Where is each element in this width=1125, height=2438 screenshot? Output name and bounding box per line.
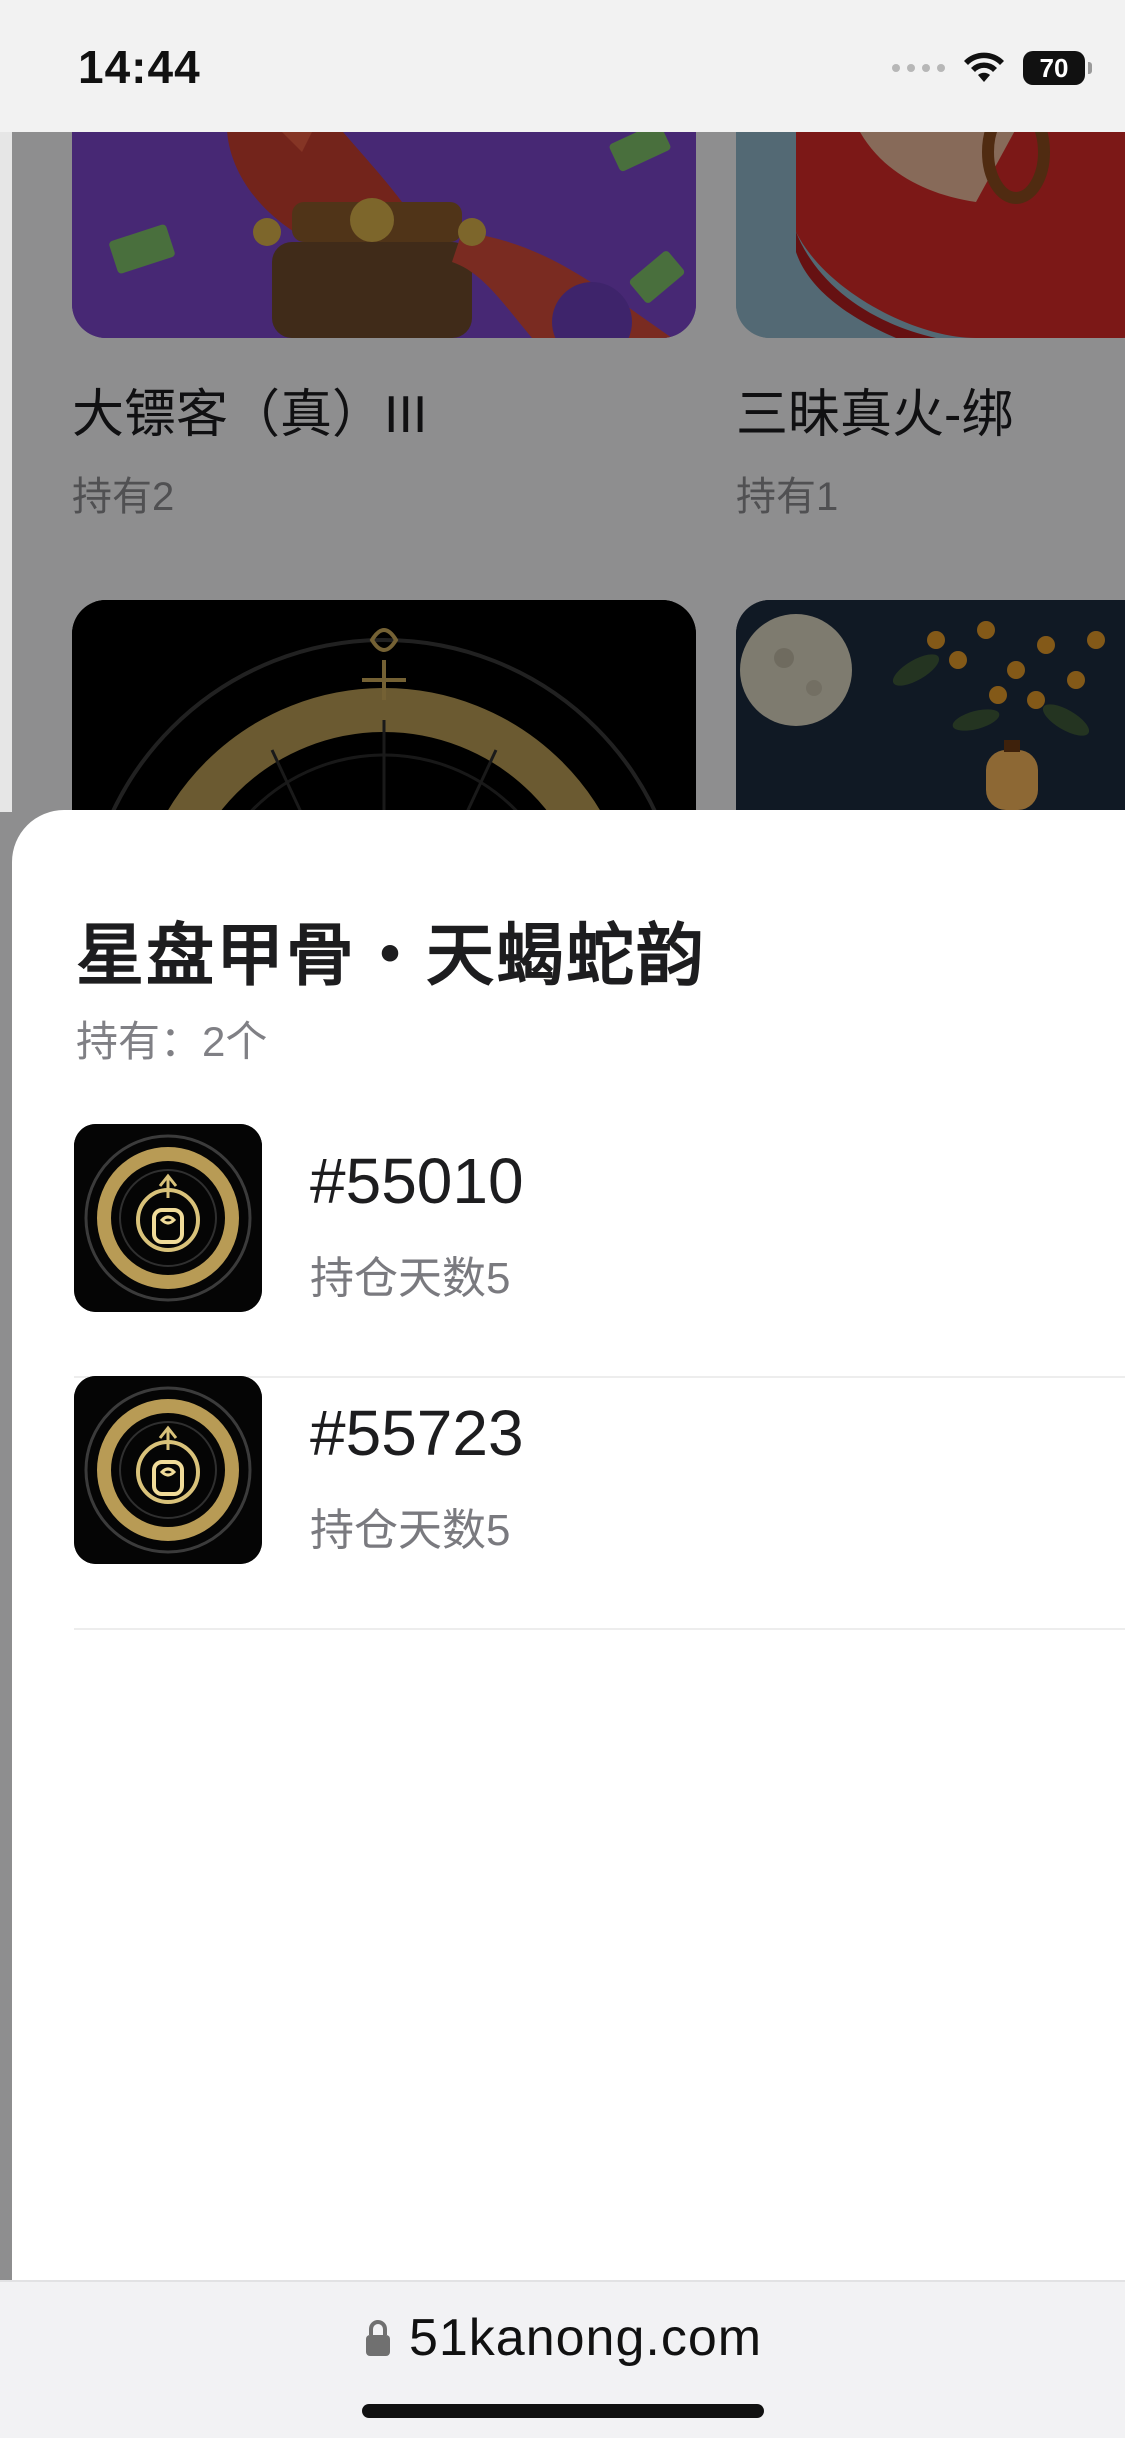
lock-icon (365, 2320, 390, 2356)
holding-row[interactable]: #55010 持仓天数5 (74, 1124, 1125, 1378)
holding-count: 持有：2个 (76, 1018, 268, 1065)
url-text[interactable]: 51kanong.com (409, 2308, 762, 2368)
holding-detail-sheet: 星盘甲骨・天蝎蛇韵 持有：2个 #55010 持仓天数5 #55723 持仓天数… (12, 810, 1125, 2280)
home-indicator[interactable] (362, 2404, 764, 2418)
browser-url-bar[interactable]: 51kanong.com (0, 2280, 1125, 2438)
left-edge-divider (0, 132, 12, 812)
sheet-title: 星盘甲骨・天蝎蛇韵 (76, 918, 707, 994)
holding-row[interactable]: #55723 持仓天数5 (74, 1376, 1125, 1630)
url-container[interactable]: 51kanong.com (0, 2308, 1125, 2368)
holding-days: 持仓天数5 (310, 1506, 511, 1555)
holding-thumbnail (74, 1124, 262, 1312)
holding-serial: #55723 (310, 1397, 524, 1469)
wifi-icon (964, 52, 1004, 82)
holding-days: 持仓天数5 (310, 1254, 511, 1303)
status-icons: 70 (892, 48, 1092, 88)
status-bar: 14:44 70 (0, 0, 1125, 132)
holding-serial: #55010 (310, 1145, 524, 1217)
signal-dots-icon (892, 64, 945, 72)
status-time: 14:44 (78, 41, 201, 93)
holding-thumbnail (74, 1376, 262, 1564)
battery-icon: 70 (1023, 51, 1092, 85)
